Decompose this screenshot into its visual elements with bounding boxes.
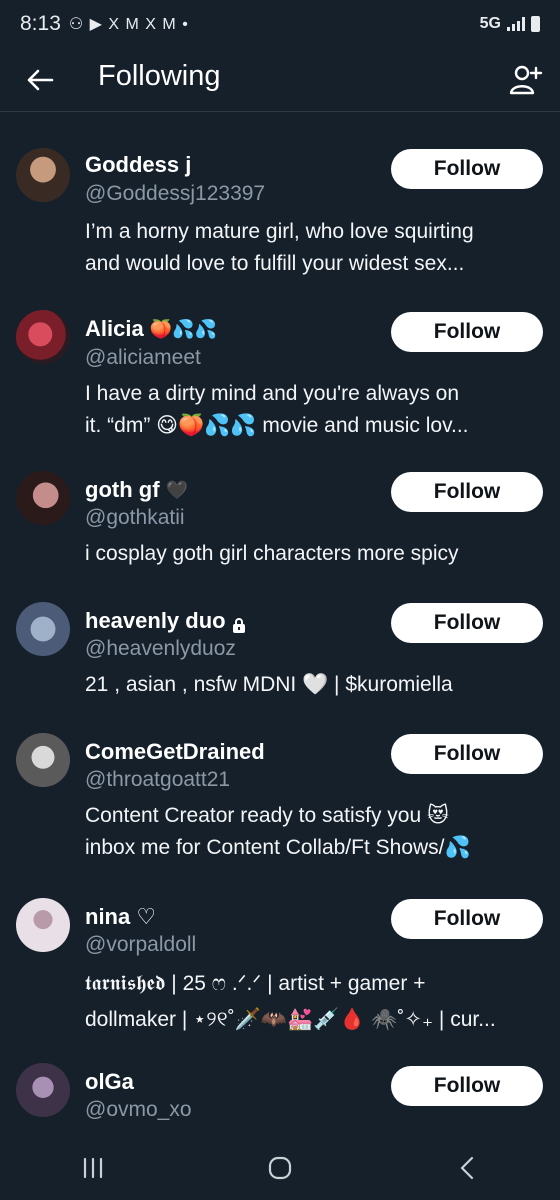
system-nav-bar (0, 1136, 560, 1200)
recent-apps-icon (84, 1157, 103, 1179)
follow-button[interactable]: Follow (391, 312, 543, 352)
status-time: 8:13 (20, 12, 61, 35)
back-chevron-icon (460, 1156, 473, 1180)
display-name[interactable]: Goddess j (85, 152, 191, 178)
follow-button[interactable]: Follow (391, 1066, 543, 1106)
follow-button[interactable]: Follow (391, 149, 543, 189)
status-bar: 8:13 ⚇ ▶ X M X M • 5G (0, 0, 560, 48)
list-item[interactable]: ComeGetDrained @throatgoatt21 Content Cr… (0, 696, 560, 859)
add-user-icon (509, 65, 543, 95)
list-item[interactable]: goth gf 🖤 @gothkatii i cosplay goth girl… (0, 434, 560, 565)
list-item[interactable]: heavenly duo @heavenlyduoz 21 , asian , … (0, 565, 560, 696)
list-item[interactable]: nina ♡ @vorpaldoll 𝖙𝖆𝖗𝖓𝖎𝖘𝖍𝖊𝖉 | 25 ෆ .ᐟ.ᐟ… (0, 858, 560, 1031)
list-item[interactable]: Alicia 🍑💦💦 @aliciameet I have a dirty mi… (0, 274, 560, 437)
avatar[interactable] (16, 898, 70, 952)
back-button[interactable] (22, 62, 58, 98)
handle[interactable]: @throatgoatt21 (85, 768, 230, 792)
bio-line: I’m a horny mature girl, who love squirt… (85, 220, 474, 243)
back-nav-button[interactable] (437, 1148, 497, 1188)
bio: I have a dirty mind and you're always on… (85, 378, 545, 442)
display-name[interactable]: heavenly duo (85, 608, 226, 634)
display-name[interactable]: ComeGetDrained (85, 739, 265, 765)
display-name[interactable]: nina ♡ (85, 904, 156, 930)
name-badge: 🖤 (165, 479, 188, 500)
home-button[interactable] (250, 1148, 310, 1188)
follow-button[interactable]: Follow (391, 734, 543, 774)
handle[interactable]: @ovmo_xo (85, 1098, 192, 1122)
follow-button[interactable]: Follow (391, 472, 543, 512)
display-name[interactable]: olGa (85, 1069, 134, 1095)
avatar[interactable] (16, 471, 70, 525)
back-arrow-icon (27, 69, 54, 91)
signal-icon (507, 17, 525, 31)
network-type: 5G (479, 15, 501, 32)
avatar[interactable] (16, 148, 70, 202)
home-icon (268, 1156, 292, 1180)
bio: I’m a horny mature girl, who love squirt… (85, 216, 545, 280)
bio-line: I have a dirty mind and you're always on (85, 382, 460, 405)
avatar[interactable] (16, 1063, 70, 1117)
handle[interactable]: @heavenlyduoz (85, 637, 236, 661)
follow-button[interactable]: Follow (391, 603, 543, 643)
avatar[interactable] (16, 310, 70, 364)
lock-icon (232, 613, 246, 633)
notification-icons: ⚇ ▶ X M X M • (68, 16, 189, 33)
handle[interactable]: @Goddessj123397 (85, 182, 265, 206)
follow-button[interactable]: Follow (391, 899, 543, 939)
display-name[interactable]: Alicia (85, 316, 144, 342)
bio-line: 𝖙𝖆𝖗𝖓𝖎𝖘𝖍𝖊𝖉 | 25 ෆ .ᐟ.ᐟ | artist + gamer + (85, 972, 426, 995)
following-list: Goddess j @Goddessj123397 I’m a horny ma… (0, 112, 560, 1121)
name-badge: 🍑💦💦 (149, 318, 217, 339)
bio: Content Creator ready to satisfy you 😻 i… (85, 800, 545, 864)
recent-apps-button[interactable] (63, 1148, 123, 1188)
display-name[interactable]: goth gf (85, 477, 160, 503)
list-item[interactable]: Goddess j @Goddessj123397 I’m a horny ma… (0, 112, 560, 275)
handle[interactable]: @vorpaldoll (85, 933, 196, 957)
avatar[interactable] (16, 733, 70, 787)
page-title: Following (98, 60, 221, 92)
battery-icon (531, 16, 540, 32)
handle[interactable]: @aliciameet (85, 346, 201, 370)
add-user-button[interactable] (506, 60, 546, 100)
page-header: Following (0, 48, 560, 112)
list-item[interactable]: olGa @ovmo_xo Follow (0, 1023, 560, 1121)
bio-line: Content Creator ready to satisfy you 😻 (85, 804, 449, 827)
handle[interactable]: @gothkatii (85, 506, 185, 530)
avatar[interactable] (16, 602, 70, 656)
